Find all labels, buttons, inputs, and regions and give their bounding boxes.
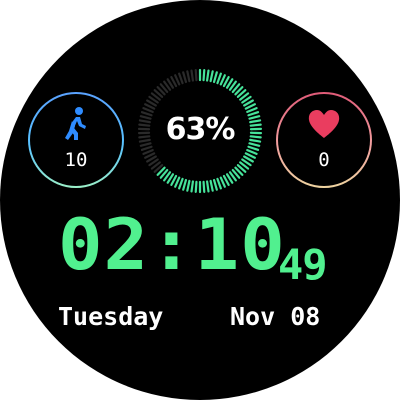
battery-tick-active xyxy=(202,69,206,82)
digital-time: 02:10 49 xyxy=(58,210,348,290)
battery-tick-inactive xyxy=(186,70,191,83)
battery-tick-inactive xyxy=(190,69,195,82)
battery-tick-active xyxy=(212,71,218,84)
time-seconds: 49 xyxy=(278,240,328,289)
battery-tick-active xyxy=(219,74,226,86)
steps-complication[interactable]: 10 xyxy=(28,92,124,188)
month-day-label: Nov 08 xyxy=(230,302,321,331)
battery-tick-inactive xyxy=(142,148,154,155)
walking-person-icon xyxy=(65,107,86,140)
time-hours-minutes: 02:10 xyxy=(58,204,286,286)
heart-icon-wrap xyxy=(278,104,370,144)
battery-tick-active xyxy=(219,176,226,188)
battery-tick-active xyxy=(202,180,206,193)
watch-face: 10 63% 0 02:10 49 Tuesday Nov 08 xyxy=(0,0,400,400)
battery-tick-inactive xyxy=(194,69,198,82)
battery-tick-active xyxy=(178,177,184,190)
weekday-label: Tuesday xyxy=(58,302,164,331)
battery-tick-active xyxy=(205,69,210,82)
battery-tick-active xyxy=(186,179,191,192)
battery-tick-active xyxy=(174,176,181,188)
steps-icon-wrap xyxy=(30,104,122,144)
battery-tick-active xyxy=(216,177,222,190)
battery-tick-active xyxy=(209,179,214,192)
heart-rate-complication[interactable]: 0 xyxy=(276,92,372,188)
battery-tick-inactive xyxy=(182,71,188,84)
heart-rate-value: 0 xyxy=(318,149,330,171)
steps-value: 10 xyxy=(64,149,88,171)
battery-tick-active xyxy=(212,178,218,191)
battery-tick-active xyxy=(209,70,214,83)
battery-tick-active xyxy=(205,180,210,193)
battery-percentage: 63% xyxy=(165,112,236,147)
heart-icon xyxy=(308,110,340,138)
battery-tick-active xyxy=(246,148,258,155)
battery-tick-inactive xyxy=(174,74,181,86)
battery-tick-active xyxy=(182,178,188,191)
battery-tick-active xyxy=(216,72,222,85)
battery-tick-inactive xyxy=(178,72,184,85)
battery-tick-active xyxy=(194,180,198,193)
battery-tick-active xyxy=(190,180,195,193)
